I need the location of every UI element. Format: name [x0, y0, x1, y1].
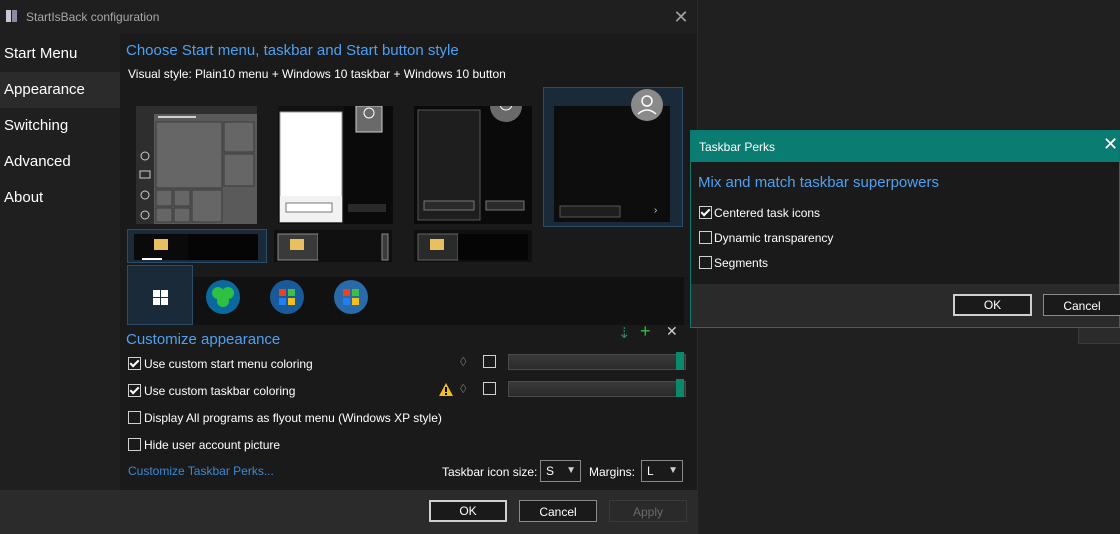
custom-taskbar-coloring-checkbox[interactable]	[128, 384, 141, 397]
vista-orb-icon	[334, 280, 368, 314]
main-window: StartIsBack configuration ✕ Start Menu A…	[0, 0, 698, 534]
taskbar-style-thumbnail-2[interactable]	[274, 230, 392, 262]
droplet-icon: ◊	[460, 354, 467, 369]
centered-task-icons-label: Centered task icons	[714, 206, 821, 220]
win7-orb-icon	[270, 280, 304, 314]
close-icon[interactable]: ✕	[1103, 134, 1118, 155]
dynamic-transparency-checkbox[interactable]	[699, 231, 712, 244]
window-title: StartIsBack configuration	[26, 10, 160, 24]
custom-taskbar-coloring-label: Use custom taskbar coloring	[144, 384, 296, 398]
sidebar-item-advanced[interactable]: Advanced	[0, 144, 120, 180]
perks-heading: Mix and match taskbar superpowers	[698, 174, 939, 191]
taskbar-preview	[277, 233, 389, 261]
sidebar-item-appearance[interactable]: Appearance	[0, 72, 120, 108]
start-menu-color-swatch[interactable]	[483, 355, 496, 368]
sidebar-item-about[interactable]: About	[0, 180, 120, 216]
taskbar-opacity-slider[interactable]	[508, 381, 686, 397]
add-icon[interactable]: +	[640, 321, 651, 342]
win7-style-menu-preview	[414, 90, 532, 224]
perks-window-title: Taskbar Perks	[699, 140, 776, 154]
clover-orb-icon	[206, 280, 240, 314]
style-section-title: Choose Start menu, taskbar and Start but…	[126, 42, 459, 59]
start-menu-opacity-slider[interactable]	[508, 354, 686, 370]
taskbar-icon-size-label: Taskbar icon size:	[442, 465, 538, 479]
app-icon	[6, 10, 17, 22]
perks-cancel-button[interactable]: Cancel	[1043, 294, 1120, 316]
download-icon[interactable]: ⇣	[618, 324, 631, 342]
visual-style-label: Visual style:	[128, 67, 192, 81]
visual-style-value: Plain10 menu + Windows 10 taskbar + Wind…	[195, 67, 506, 81]
droplet-icon: ◊	[460, 381, 467, 396]
svg-text:›: ›	[654, 205, 657, 216]
segments-label: Segments	[714, 256, 769, 270]
chevron-down-icon: ▼	[668, 465, 678, 476]
warning-icon	[439, 383, 453, 396]
taskbar-icon-size-select[interactable]: S ▼	[540, 460, 581, 482]
centered-task-icons-checkbox[interactable]	[699, 206, 712, 219]
hide-account-picture-label: Hide user account picture	[144, 438, 281, 452]
main-titlebar: StartIsBack configuration ✕	[0, 0, 697, 34]
sidebar: Start Menu Appearance Switching Advanced…	[0, 34, 120, 490]
taskbar-preview	[417, 233, 528, 261]
hide-account-picture-checkbox[interactable]	[128, 438, 141, 451]
start-button-clover[interactable]	[204, 278, 242, 316]
sidebar-item-switching[interactable]: Switching	[0, 108, 120, 144]
customize-taskbar-perks-link[interactable]: Customize Taskbar Perks...	[128, 464, 274, 478]
ok-button[interactable]: OK	[429, 500, 507, 522]
metro-tiles-preview	[136, 106, 257, 224]
taskbar-perks-window: Taskbar Perks ✕ Mix and match taskbar su…	[690, 130, 1120, 328]
custom-start-menu-coloring-label: Use custom start menu coloring	[144, 357, 313, 371]
customize-title: Customize appearance	[126, 331, 281, 348]
content-pane: Choose Start menu, taskbar and Start but…	[120, 34, 697, 490]
sidebar-item-start-menu[interactable]: Start Menu	[0, 36, 120, 72]
flyout-menu-checkbox[interactable]	[128, 411, 141, 424]
taskbar-opacity-slider-thumb[interactable]	[676, 379, 684, 397]
menu-style-thumbnail-3[interactable]	[414, 90, 532, 224]
segments-checkbox[interactable]	[699, 256, 712, 269]
taskbar-color-swatch[interactable]	[483, 382, 496, 395]
margins-select[interactable]: L ▼	[641, 460, 683, 482]
start-button-vista[interactable]	[332, 278, 370, 316]
menu-style-thumbnail-1[interactable]	[136, 106, 257, 224]
close-icon[interactable]: ✕	[670, 4, 692, 30]
perks-footer: OK Cancel	[691, 284, 1120, 327]
flyout-menu-label: Display All programs as flyout menu (Win…	[144, 411, 442, 425]
dynamic-transparency-label: Dynamic transparency	[714, 231, 834, 245]
start-menu-opacity-slider-thumb[interactable]	[676, 352, 684, 370]
main-footer: OK Cancel Apply	[0, 490, 697, 534]
remove-icon[interactable]: ✕	[666, 323, 678, 340]
start-button-win7[interactable]	[268, 278, 306, 316]
windows-logo-icon	[153, 290, 168, 305]
chevron-down-icon: ▼	[566, 465, 576, 476]
menu-style-thumbnail-2[interactable]	[278, 105, 393, 224]
win10-menu-preview: ›	[554, 89, 670, 222]
perks-titlebar: Taskbar Perks ✕	[691, 131, 1119, 162]
margins-value: L	[647, 464, 654, 478]
margins-label: Margins:	[589, 465, 636, 479]
custom-start-menu-coloring-checkbox[interactable]	[128, 357, 141, 370]
plain10-menu-preview	[278, 105, 393, 224]
perks-ok-button[interactable]: OK	[953, 294, 1032, 316]
taskbar-style-thumbnail-3[interactable]	[414, 230, 532, 262]
menu-style-thumbnail-4-selected[interactable]: ›	[543, 87, 683, 227]
start-button-win10[interactable]	[127, 265, 193, 325]
cancel-button[interactable]: Cancel	[519, 500, 597, 522]
taskbar-preview	[134, 234, 258, 260]
taskbar-style-thumbnail-1[interactable]	[127, 229, 267, 263]
taskbar-icon-size-value: S	[546, 464, 555, 478]
apply-button[interactable]: Apply	[609, 500, 687, 522]
